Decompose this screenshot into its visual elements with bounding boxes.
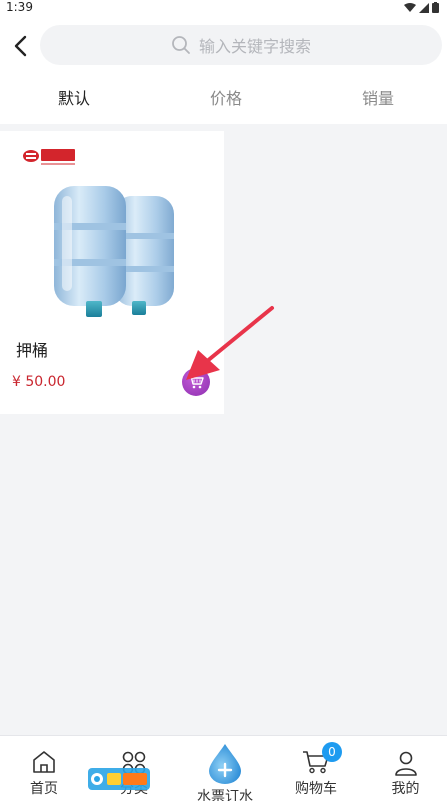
cart-icon (188, 375, 204, 389)
search-placeholder: 输入关键字搜索 (198, 37, 311, 56)
status-time: 1:39 (6, 0, 33, 14)
search-icon (172, 36, 190, 54)
product-image (23, 149, 174, 317)
nav-category[interactable]: 分类 (90, 736, 178, 801)
nav-profile[interactable]: 我的 (364, 736, 447, 801)
product-card[interactable]: 押桶 ¥ 50.00 (0, 131, 224, 414)
product-price: ¥ 50.00 (12, 374, 66, 390)
nav-home-label: 首页 (30, 781, 58, 797)
sort-tab-price[interactable]: 价格 (166, 76, 286, 124)
category-icon (122, 751, 146, 775)
water-drop-icon (209, 744, 241, 784)
nav-cart[interactable]: 0 购物车 (272, 736, 360, 801)
back-button[interactable] (10, 32, 34, 60)
nav-category-label: 分类 (120, 781, 148, 797)
battery-icon (432, 2, 439, 13)
sort-tab-sales[interactable]: 销量 (318, 76, 438, 124)
nav-water-ticket-label: 水票订水 (197, 789, 253, 801)
search-box[interactable]: 输入关键字搜索 (40, 25, 442, 65)
nav-cart-label: 购物车 (295, 781, 337, 797)
header: 输入关键字搜索 (0, 16, 447, 76)
add-to-cart-button[interactable] (182, 368, 210, 396)
signal-icon (419, 2, 429, 13)
bottom-nav: 首页 分类 水票订水 0 购物车 我的 (0, 735, 447, 801)
sort-tab-default[interactable]: 默认 (14, 76, 134, 124)
sort-bar: 默认 价格 销量 (0, 76, 447, 124)
chevron-left-icon (14, 35, 27, 57)
status-bar: 1:39 (0, 0, 447, 16)
water-jug-front (54, 186, 126, 317)
home-icon (33, 751, 55, 773)
wifi-icon (404, 2, 416, 12)
nav-profile-label: 我的 (391, 781, 420, 797)
user-icon (394, 751, 417, 776)
product-name: 押桶 (16, 341, 49, 360)
cart-badge: 0 (322, 742, 342, 762)
nav-water-ticket[interactable]: 水票订水 (180, 736, 270, 801)
system-icons (404, 2, 439, 13)
nav-home[interactable]: 首页 (0, 736, 88, 801)
brand-logo (23, 149, 75, 165)
